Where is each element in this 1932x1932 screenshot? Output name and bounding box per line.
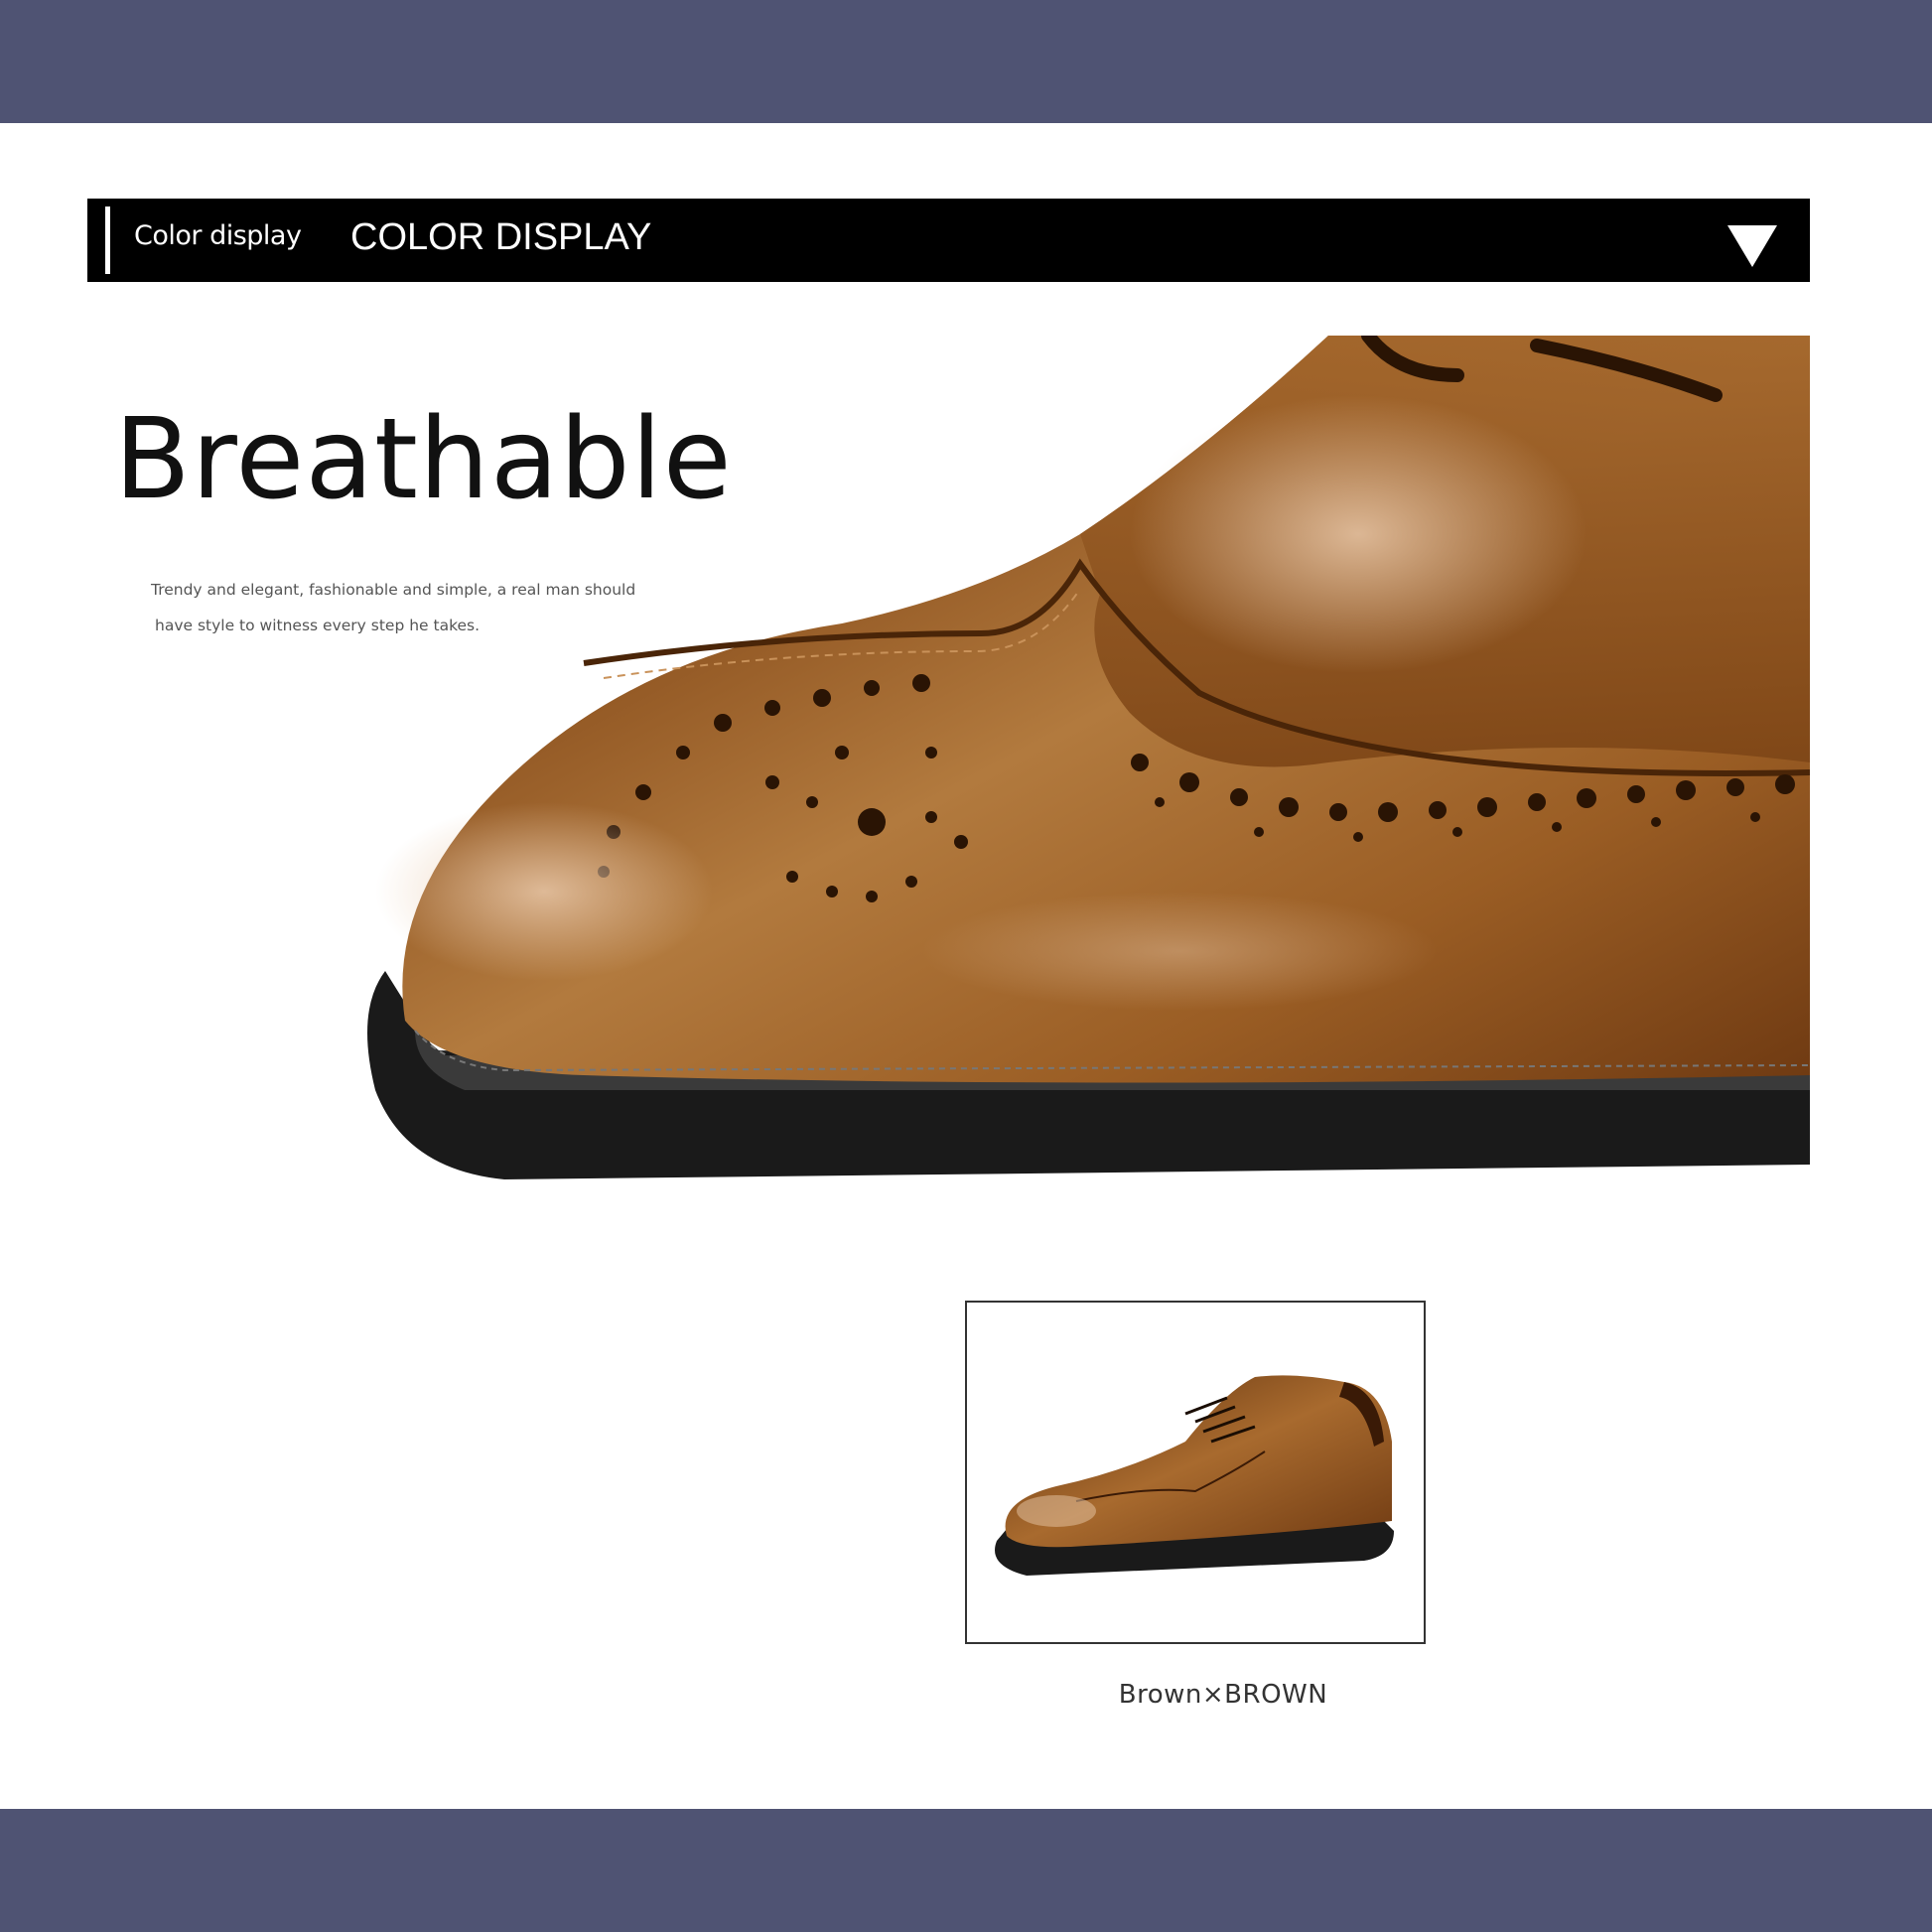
shoe-thumbnail-image (995, 1375, 1394, 1576)
section-title-large: COLOR DISPLAY (350, 216, 652, 258)
feature-description-line: have style to witness every step he take… (155, 617, 481, 634)
bottom-band (0, 1809, 1932, 1932)
feature-headline: Breathable (114, 395, 733, 524)
section-title-small: Color display (134, 220, 302, 251)
feature-description-line: Trendy and elegant, fashionable and simp… (151, 581, 636, 599)
top-band (0, 0, 1932, 123)
color-swatch-brown[interactable] (965, 1301, 1426, 1644)
triangle-down-icon[interactable] (1727, 225, 1777, 267)
color-option-label: Brown×BROWN (1118, 1680, 1328, 1710)
section-header-bar: Color display COLOR DISPLAY (87, 199, 1810, 282)
header-divider (105, 207, 110, 274)
feature-description: Trendy and elegant, fashionable and simp… (151, 572, 635, 643)
